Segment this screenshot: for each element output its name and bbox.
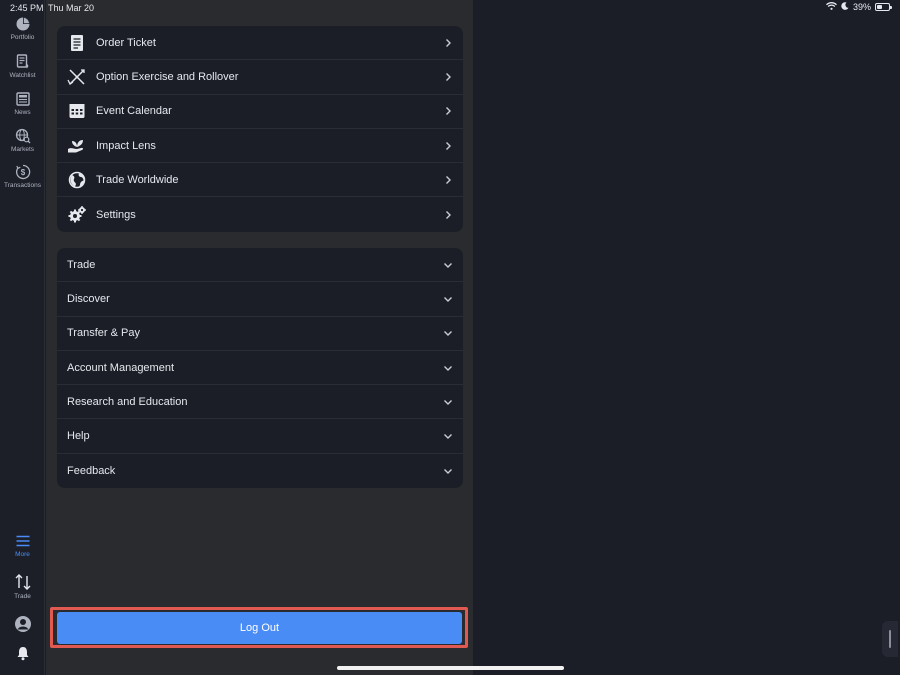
nav-item-watchlist[interactable]: Watchlist [0,54,45,79]
globe-icon [67,170,87,190]
nav-label: Watchlist [9,72,36,79]
option-exercise-icon [67,67,87,87]
menu-icon [15,533,31,549]
battery-percent: 39% [852,2,871,12]
order-ticket-icon [67,33,87,53]
section-research-education[interactable]: Research and Education [57,385,463,420]
nav-item-more[interactable]: More [0,533,45,558]
watchlist-icon [15,54,31,70]
chevron-down-icon [444,399,452,405]
impact-lens-icon [67,136,87,156]
calendar-icon [67,101,87,121]
tools-card: Order Ticket Option Exercise and Rollove… [57,26,463,232]
app-root: 2:45 PM Thu Mar 20 39% Portfolio Watchli… [0,0,900,675]
tool-item-settings[interactable]: Settings [57,197,463,231]
section-trade[interactable]: Trade [57,248,463,283]
nav-item-profile[interactable] [0,615,45,633]
arrows-up-down-icon [14,573,32,591]
section-label: Discover [67,292,110,305]
tool-label: Option Exercise and Rollover [96,70,239,83]
moon-icon [841,2,849,12]
tool-item-trade-worldwide[interactable]: Trade Worldwide [57,163,463,198]
chevron-right-icon [446,141,451,150]
status-bar: 2:45 PM Thu Mar 20 39% [0,0,900,15]
tool-label: Impact Lens [96,139,156,152]
chevron-right-icon [446,107,451,116]
nav-label: Trade [14,593,31,600]
chevron-right-icon [446,175,451,184]
home-indicator[interactable] [337,666,564,670]
tool-item-impact-lens[interactable]: Impact Lens [57,129,463,164]
chevron-down-icon [444,468,452,474]
side-panel-handle[interactable] [882,621,898,657]
nav-item-trade[interactable]: Trade [0,573,45,600]
nav-item-transactions[interactable]: $ Transactions [0,164,45,189]
tool-item-event-calendar[interactable]: Event Calendar [57,95,463,129]
section-label: Account Management [67,361,175,374]
section-account-management[interactable]: Account Management [57,351,463,386]
nav-item-portfolio[interactable]: Portfolio [0,16,45,41]
section-label: Transfer & Pay [67,327,140,340]
chevron-down-icon [444,331,452,337]
tool-label: Event Calendar [96,105,172,118]
detail-area [473,0,900,675]
dollar-clock-icon: $ [15,164,31,180]
wifi-icon [826,2,837,12]
globe-search-icon [15,128,31,144]
section-label: Research and Education [67,395,188,408]
section-label: Help [67,430,90,443]
tool-label: Trade Worldwide [96,173,179,186]
svg-text:$: $ [20,168,25,177]
chevron-down-icon [444,262,452,268]
nav-label: More [15,551,30,558]
chevron-right-icon [446,72,451,81]
nav-rail: Portfolio Watchlist News Markets $ Trans… [0,0,45,675]
battery-icon [875,3,892,11]
section-label: Trade [67,258,96,271]
tool-item-option-exercise[interactable]: Option Exercise and Rollover [57,60,463,95]
pie-chart-icon [15,16,31,32]
status-right: 39% [826,2,892,12]
bell-icon [15,645,31,661]
chevron-down-icon [444,296,452,302]
nav-item-notifications[interactable] [0,645,45,661]
section-feedback[interactable]: Feedback [57,454,463,488]
tool-label: Order Ticket [96,36,156,49]
section-transfer-pay[interactable]: Transfer & Pay [57,317,463,351]
nav-label: Transactions [4,182,41,189]
tool-label: Settings [96,208,136,221]
nav-label: News [14,109,31,116]
section-label: Feedback [67,464,116,477]
chevron-right-icon [446,210,451,219]
chevron-right-icon [446,38,451,47]
chevron-down-icon [444,365,452,371]
nav-item-markets[interactable]: Markets [0,128,45,153]
section-help[interactable]: Help [57,419,463,454]
gear-icon [67,205,87,225]
nav-item-news[interactable]: News [0,91,45,116]
tool-item-order-ticket[interactable]: Order Ticket [57,26,463,61]
logout-button[interactable]: Log Out [57,612,462,644]
status-date: Thu Mar 20 [48,3,95,13]
nav-label: Portfolio [10,34,35,41]
status-time: 2:45 PM [10,3,44,13]
sections-card: Trade Discover Transfer & Pay Account Ma… [57,248,463,489]
chevron-down-icon [444,434,452,440]
user-icon [14,615,32,633]
section-discover[interactable]: Discover [57,282,463,317]
news-icon [15,91,31,107]
nav-label: Markets [10,146,35,153]
